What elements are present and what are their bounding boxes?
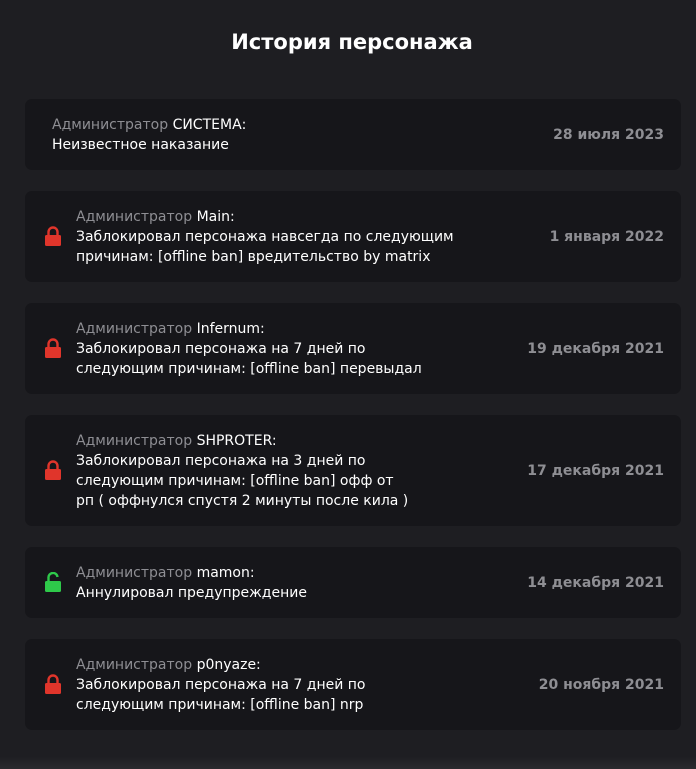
admin-name: СИСТЕМА: [172, 116, 247, 133]
page-title: История персонажа [231, 30, 473, 54]
entry-date: 19 декабря 2021 [527, 340, 664, 357]
history-entry: Администратор SHPROTER: Заблокировал пер… [25, 415, 681, 526]
lock-closed-icon [44, 303, 62, 394]
entry-date: 1 января 2022 [549, 228, 664, 245]
admin-name: SHPROTER: [196, 432, 277, 449]
entry-text: Заблокировал персонажа на 7 дней по след… [76, 676, 366, 713]
entry-author: Администратор mamon: [76, 563, 307, 583]
admin-role-label: Администратор [52, 116, 169, 133]
lock-closed-icon [44, 639, 62, 730]
history-entry: Администратор СИСТЕМА: Неизвестное наказ… [25, 99, 681, 170]
entry-text: Заблокировал персонажа навсегда по следу… [76, 228, 454, 265]
entry-author: Администратор p0nyaze: [76, 655, 365, 675]
admin-name: Infernum: [196, 320, 265, 337]
panel-bottom-edge [0, 757, 696, 769]
entry-author: Администратор СИСТЕМА: [52, 115, 246, 135]
entry-date: 28 июля 2023 [553, 126, 664, 143]
entry-date: 17 декабря 2021 [527, 462, 664, 479]
entry-author: Администратор Main: [76, 207, 454, 227]
lock-open-icon [44, 547, 62, 618]
entry-author: Администратор SHPROTER: [76, 431, 408, 451]
entry-date: 20 ноября 2021 [538, 676, 664, 693]
admin-name: p0nyaze: [196, 656, 261, 673]
lock-closed-icon [44, 191, 62, 282]
history-entry: Администратор p0nyaze: Заблокировал перс… [25, 639, 681, 730]
history-entry: Администратор mamon: Аннулировал предупр… [25, 547, 681, 618]
admin-role-label: Администратор [76, 656, 193, 673]
admin-role-label: Администратор [76, 320, 193, 337]
entry-text: Заблокировал персонажа на 3 дней по след… [76, 452, 409, 509]
admin-role-label: Администратор [76, 432, 193, 449]
admin-role-label: Администратор [76, 208, 193, 225]
entry-text: Неизвестное наказание [52, 136, 229, 153]
admin-name: mamon: [196, 564, 255, 581]
entry-text: Заблокировал персонажа на 7 дней по след… [76, 340, 422, 377]
admin-name: Main: [196, 208, 235, 225]
lock-closed-icon [44, 415, 62, 526]
entry-author: Администратор Infernum: [76, 319, 422, 339]
history-entry: Администратор Main: Заблокировал персона… [25, 191, 681, 282]
entry-text: Аннулировал предупреждение [76, 584, 307, 601]
history-entry: Администратор Infernum: Заблокировал пер… [25, 303, 681, 394]
admin-role-label: Администратор [76, 564, 193, 581]
character-history-panel: История персонажа Администратор СИСТЕМА:… [0, 0, 696, 769]
entry-date: 14 декабря 2021 [527, 574, 664, 591]
